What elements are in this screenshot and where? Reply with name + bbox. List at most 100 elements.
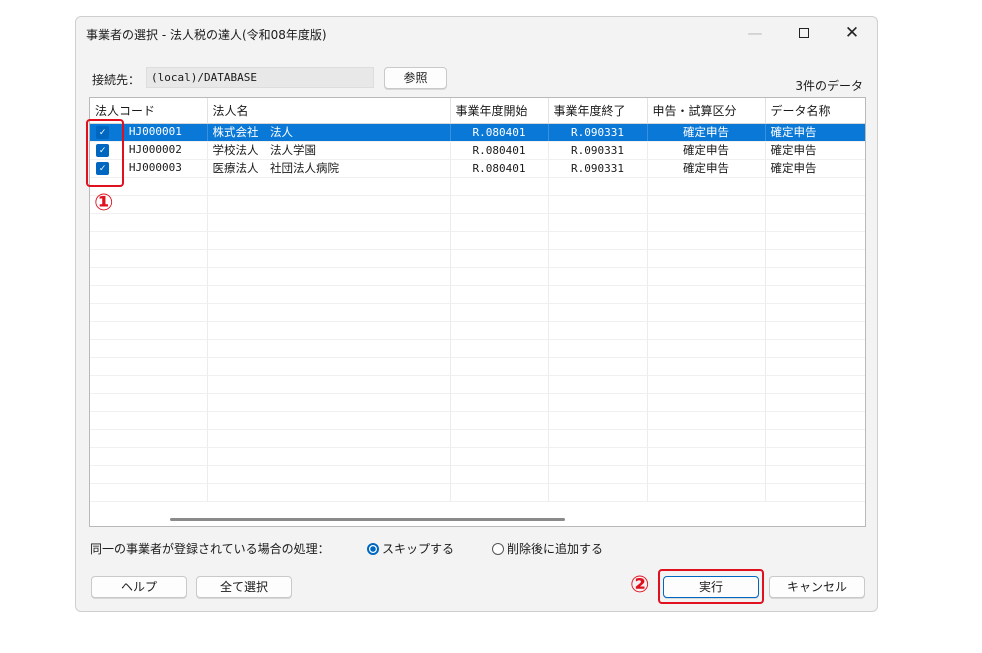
radio-delete-add-label: 削除後に追加する [507, 542, 604, 556]
empty-cell [765, 375, 865, 394]
period-end: R.090331 [548, 159, 648, 178]
empty-cell [548, 285, 648, 304]
empty-cell [548, 447, 648, 466]
empty-row [90, 411, 865, 430]
empty-cell [207, 231, 451, 250]
filing-kind: 確定申告 [647, 159, 766, 178]
empty-cell [90, 267, 208, 286]
empty-cell [450, 177, 549, 196]
empty-row [90, 213, 865, 232]
empty-cell [647, 213, 766, 232]
period-start: R.080401 [450, 159, 549, 178]
column-header[interactable]: 事業年度終了 [548, 98, 648, 124]
corporate-code: HJ000003 [128, 161, 182, 175]
empty-cell [548, 213, 648, 232]
corporate-name: 医療法人 社団法人病院 [207, 159, 451, 178]
empty-cell [765, 285, 865, 304]
browse-button[interactable]: 参照 [384, 67, 447, 89]
empty-cell [207, 195, 451, 214]
column-header[interactable]: データ名称 [765, 98, 865, 124]
empty-row [90, 303, 865, 322]
empty-row [90, 483, 865, 502]
empty-cell [647, 195, 766, 214]
select-all-button[interactable]: 全て選択 [196, 576, 292, 598]
empty-cell [450, 429, 549, 448]
empty-cell [207, 375, 451, 394]
empty-cell [90, 357, 208, 376]
empty-cell [765, 267, 865, 286]
filing-kind: 確定申告 [647, 141, 766, 160]
empty-cell [90, 249, 208, 268]
empty-cell [548, 231, 648, 250]
table-row[interactable]: ✓ HJ000003 医療法人 社団法人病院 R.080401 R.090331 確定申… [90, 159, 865, 178]
empty-cell [450, 321, 549, 340]
corporate-code: HJ000002 [128, 143, 182, 157]
empty-cell [450, 339, 549, 358]
empty-cell [450, 411, 549, 430]
empty-cell [450, 393, 549, 412]
empty-cell [765, 465, 865, 484]
empty-cell [450, 465, 549, 484]
empty-cell [647, 375, 766, 394]
table-row[interactable]: ✓ HJ000001 株式会社 法人 R.080401 R.090331 確定申告 確定申… [90, 123, 865, 142]
empty-cell [765, 339, 865, 358]
empty-row [90, 285, 865, 304]
empty-cell [548, 267, 648, 286]
maximize-button[interactable] [781, 17, 827, 49]
empty-row [90, 321, 865, 340]
connection-field: (local)/DATABASE [146, 67, 374, 88]
column-header[interactable]: 事業年度開始 [450, 98, 549, 124]
empty-cell [765, 249, 865, 268]
empty-cell [647, 321, 766, 340]
empty-cell [207, 357, 451, 376]
minimize-button[interactable]: — [732, 17, 778, 49]
empty-cell [765, 321, 865, 340]
empty-cell [765, 195, 865, 214]
empty-cell [450, 267, 549, 286]
empty-row [90, 375, 865, 394]
data-name-cell: 確定申告 [765, 141, 865, 160]
empty-cell [450, 303, 549, 322]
help-button[interactable]: ヘルプ [91, 576, 187, 598]
empty-cell [450, 231, 549, 250]
empty-cell [207, 465, 451, 484]
empty-cell [90, 465, 208, 484]
empty-row [90, 429, 865, 448]
cancel-button[interactable]: キャンセル [769, 576, 865, 598]
empty-cell [647, 429, 766, 448]
table-row[interactable]: ✓ HJ000002 学校法人 法人学園 R.080401 R.090331 確定申告確… [90, 141, 865, 160]
empty-cell [207, 411, 451, 430]
empty-cell [647, 411, 766, 430]
empty-cell [647, 393, 766, 412]
empty-cell [548, 339, 648, 358]
empty-cell [548, 375, 648, 394]
empty-cell [90, 321, 208, 340]
empty-cell [90, 231, 208, 250]
empty-cell [548, 357, 648, 376]
empty-cell [90, 393, 208, 412]
empty-cell [207, 213, 451, 232]
empty-cell [207, 285, 451, 304]
empty-cell [450, 285, 549, 304]
empty-cell [548, 303, 648, 322]
empty-cell [450, 357, 549, 376]
empty-cell [647, 285, 766, 304]
empty-cell [647, 267, 766, 286]
empty-cell [647, 357, 766, 376]
column-header[interactable]: 申告・試算区分 [647, 98, 766, 124]
empty-cell [548, 195, 648, 214]
empty-cell [450, 213, 549, 232]
column-header[interactable]: 法人名 [207, 98, 451, 124]
empty-cell [765, 411, 865, 430]
empty-row [90, 339, 865, 358]
business-table[interactable]: 法人コード 法人名 事業年度開始 事業年度終了 申告・試算区分 データ名称 ✓ … [89, 97, 866, 527]
radio-delete-add[interactable]: 削除後に追加する [492, 540, 603, 557]
empty-row [90, 357, 865, 376]
radio-skip[interactable]: スキップする [367, 540, 454, 557]
empty-cell [450, 375, 549, 394]
empty-row [90, 195, 865, 214]
horizontal-scrollbar[interactable] [170, 518, 565, 521]
empty-cell [548, 249, 648, 268]
close-button[interactable]: ✕ [829, 17, 875, 49]
data-name-cell: 確定申告 [765, 123, 865, 142]
